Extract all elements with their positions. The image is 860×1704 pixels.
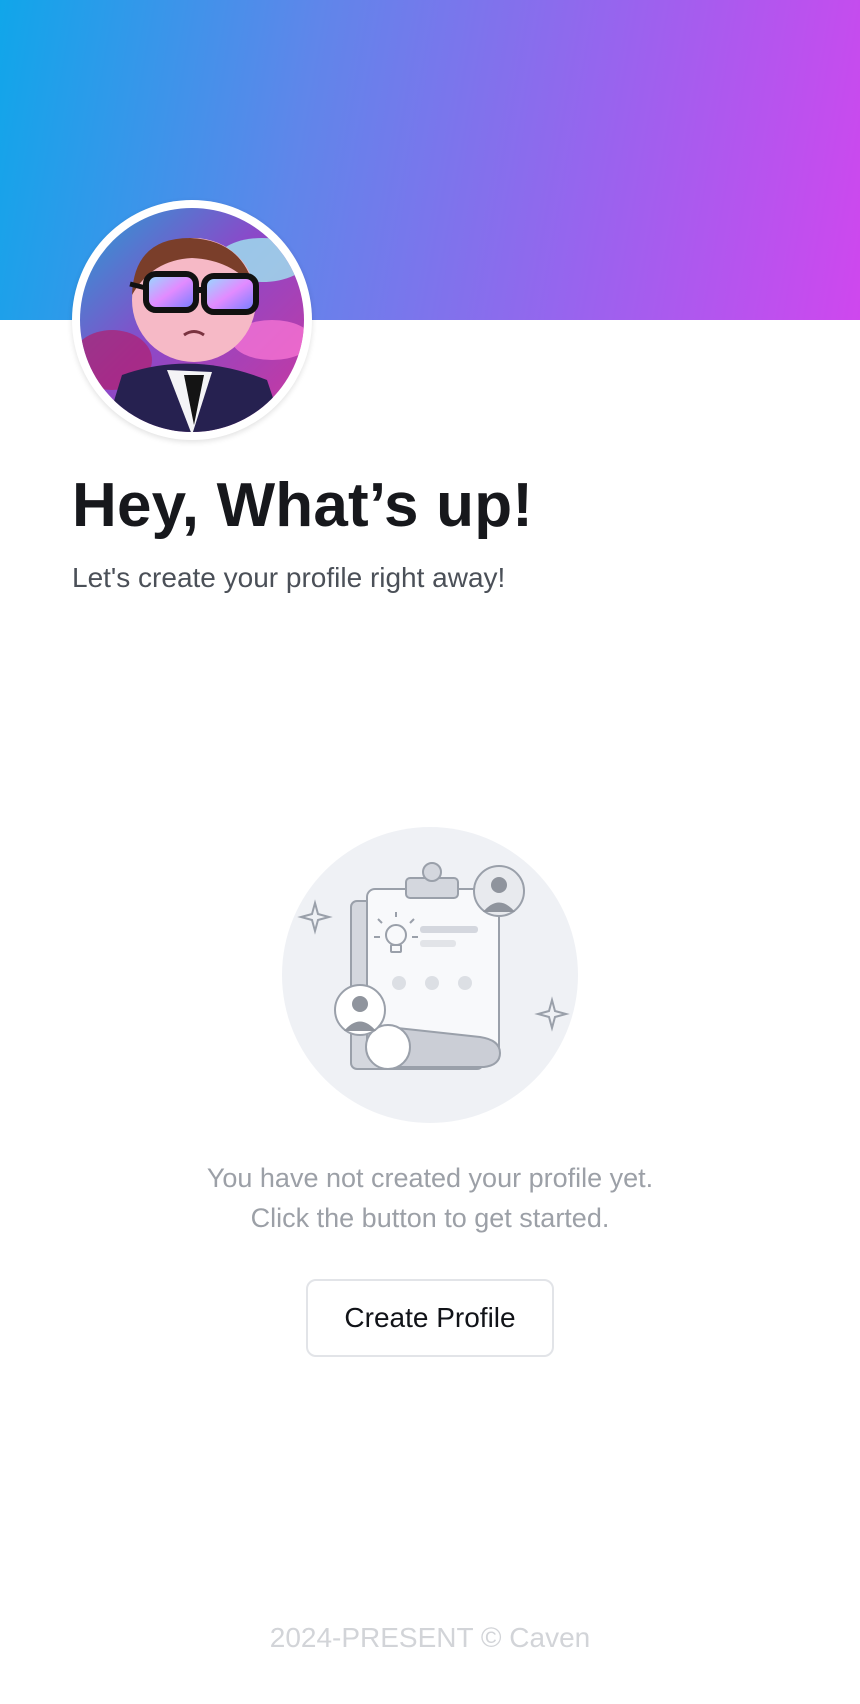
avatar[interactable] (72, 200, 312, 440)
user-icon (334, 984, 386, 1036)
footer-copyright: 2024-PRESENT © Caven (269, 1622, 591, 1653)
page-subtitle: Let's create your profile right away! (72, 562, 506, 593)
empty-state-line-1: You have not created your profile yet. (206, 1163, 654, 1193)
empty-state-message: You have not created your profile yet. C… (0, 1158, 860, 1238)
create-profile-button[interactable]: Create Profile (306, 1279, 554, 1357)
clipboard-profile-illustration (270, 815, 590, 1135)
page-title: Hey, What’s up! (72, 471, 534, 540)
avatar-image (76, 204, 308, 436)
user-icon (473, 865, 525, 917)
empty-state-line-2: Click the button to get started. (250, 1203, 610, 1233)
profile-page: Hey, What’s up! Let's create your profil… (0, 0, 860, 1704)
